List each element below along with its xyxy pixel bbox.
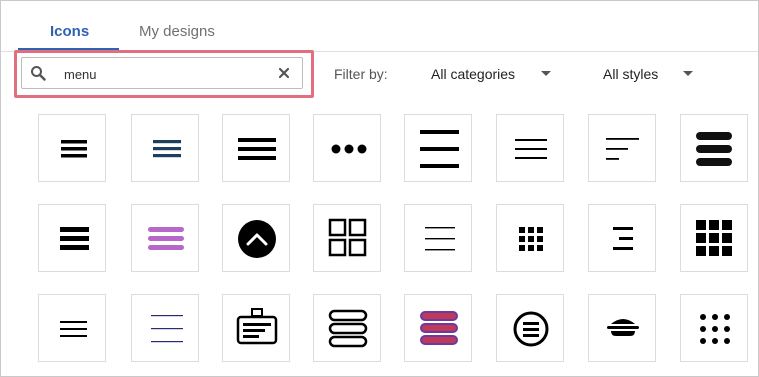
- hamburger-menu-rounded-icon: [696, 132, 732, 166]
- grid-four-squares-icon: [328, 218, 367, 257]
- menu-card-icon: [236, 308, 278, 345]
- grid-dots-icon: [519, 227, 543, 251]
- search-input[interactable]: menu: [21, 57, 303, 89]
- filter-by-label: Filter by:: [334, 66, 388, 82]
- hamburger-menu-icon: [61, 140, 87, 158]
- chevron-up-circle-icon: [238, 220, 276, 258]
- icon-tile[interactable]: [404, 204, 472, 272]
- icon-tile[interactable]: [38, 114, 106, 182]
- icon-browser-panel: Icons My designs menu Filter by: All cat…: [0, 0, 759, 377]
- icon-tile[interactable]: [496, 204, 564, 272]
- hamburger-menu-thin-icon: [515, 139, 547, 159]
- search-value[interactable]: menu: [64, 67, 97, 82]
- chevron-down-icon[interactable]: [541, 71, 551, 76]
- icon-tile[interactable]: [131, 294, 199, 362]
- icon-tile[interactable]: [313, 204, 381, 272]
- icon-tile[interactable]: [313, 114, 381, 182]
- close-icon[interactable]: [278, 67, 290, 79]
- burger-outline-icon: [328, 309, 368, 348]
- gradient-burger-icon: [420, 311, 458, 345]
- icon-tile[interactable]: [222, 114, 290, 182]
- stacked-list-icon: [60, 227, 89, 250]
- navy-hamburger-menu-icon: [153, 140, 181, 158]
- hamburger-menu-wide-icon: [238, 138, 276, 160]
- categories-dropdown[interactable]: All categories: [431, 66, 515, 82]
- hamburger-menu-small-icon: [60, 321, 87, 337]
- search-icon: [31, 66, 46, 81]
- menu-left-align-icon: [606, 138, 639, 160]
- purple-hamburger-menu-icon: [148, 227, 184, 250]
- tab-icons[interactable]: Icons: [50, 23, 89, 40]
- styles-dropdown[interactable]: All styles: [603, 66, 658, 82]
- menu-circle-icon: [513, 311, 549, 347]
- icon-tile[interactable]: [404, 294, 472, 362]
- more-horizontal-dots-icon: [331, 144, 367, 154]
- icon-tile[interactable]: [680, 294, 748, 362]
- icon-tile[interactable]: [222, 294, 290, 362]
- tab-bar: Icons My designs: [1, 1, 758, 52]
- icon-tile[interactable]: [38, 294, 106, 362]
- dots-grid-icon: [700, 314, 730, 344]
- menu-right-align-icon: [613, 227, 633, 250]
- icon-tile[interactable]: [313, 294, 381, 362]
- icon-tile[interactable]: [588, 294, 656, 362]
- chevron-down-icon[interactable]: [683, 71, 693, 76]
- icon-tile[interactable]: [222, 204, 290, 272]
- icon-tile[interactable]: [588, 204, 656, 272]
- icon-tile[interactable]: [131, 114, 199, 182]
- icon-tile[interactable]: [496, 114, 564, 182]
- icon-tile[interactable]: [496, 294, 564, 362]
- hamburger-burger-icon: [607, 319, 639, 336]
- hamburger-menu-lines-icon: [425, 227, 455, 251]
- icon-tile[interactable]: [404, 114, 472, 182]
- hamburger-menu-large-icon: [420, 130, 459, 168]
- icon-tile[interactable]: [38, 204, 106, 272]
- icon-tile[interactable]: [588, 114, 656, 182]
- grid-nine-squares-icon: [696, 220, 732, 256]
- tab-my-designs[interactable]: My designs: [139, 23, 215, 40]
- hamburger-menu-blue-thin-icon: [151, 315, 183, 343]
- icon-tile[interactable]: [680, 114, 748, 182]
- icon-tile[interactable]: [680, 204, 748, 272]
- icon-tile[interactable]: [131, 204, 199, 272]
